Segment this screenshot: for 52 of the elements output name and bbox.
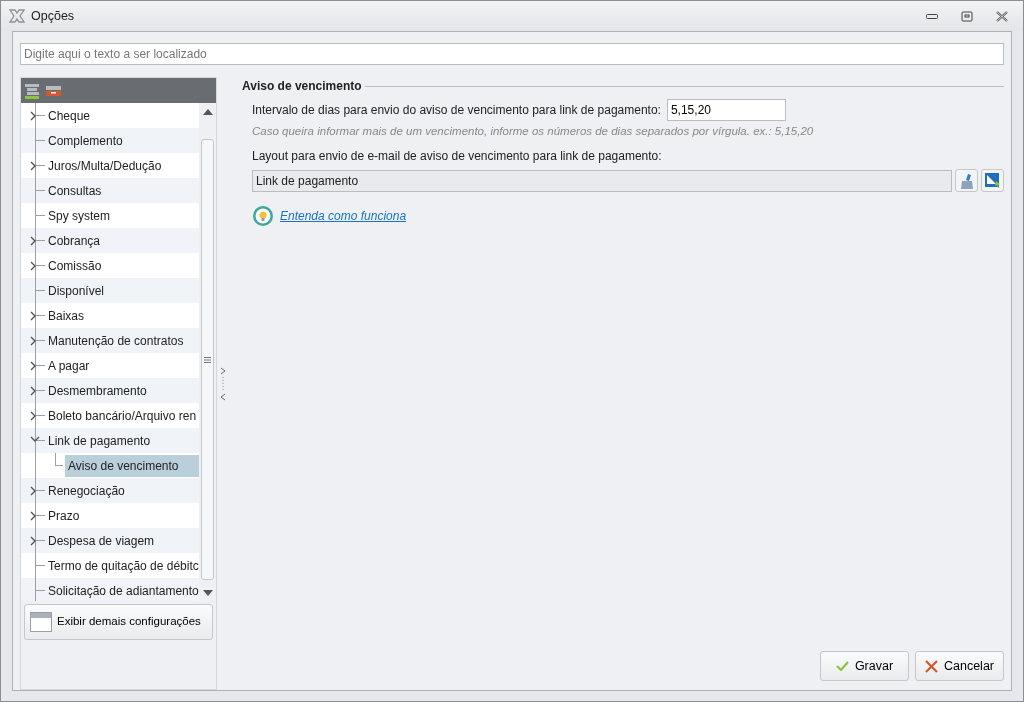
show-more-settings-button[interactable]: Exibir demais configurações — [24, 604, 213, 640]
close-icon — [995, 9, 1009, 23]
cancel-button[interactable]: Cancelar — [915, 651, 1004, 681]
brush-icon — [958, 172, 975, 189]
tree-item[interactable]: Aviso de vencimento — [65, 454, 199, 477]
expand-caret-icon[interactable] — [30, 536, 37, 546]
expand-caret-icon[interactable] — [30, 236, 37, 246]
expand-all-icon[interactable] — [24, 82, 40, 99]
tree-item[interactable]: Spy system — [45, 204, 113, 227]
tree-item[interactable]: Boleto bancário/Arquivo ren — [45, 404, 199, 427]
expand-caret-icon[interactable] — [30, 511, 37, 521]
field-label: Layout para envio de e-mail de aviso de vencimento para link de pagamento: — [252, 148, 663, 166]
tree-item[interactable]: Baixas — [45, 304, 88, 327]
close-x-icon — [925, 659, 938, 673]
expand-caret-icon[interactable] — [30, 386, 37, 396]
expand-caret-icon[interactable] — [30, 161, 37, 171]
tree-item[interactable]: Cheque — [45, 104, 94, 127]
scroll-up-arrow-icon[interactable] — [202, 109, 213, 115]
app-logo-icon — [9, 9, 25, 23]
expand-caret-icon[interactable] — [30, 411, 37, 421]
clear-button[interactable] — [955, 169, 978, 193]
restore-icon — [960, 9, 974, 23]
hint-text: Caso queira informar mais de um vencimento, informe os números de dias separados por vírgula. ex.: 5,15,20 — [252, 124, 815, 139]
search-field[interactable]: Digite aqui o texto a ser localizado — [20, 43, 1004, 65]
expand-caret-icon[interactable] — [30, 111, 37, 121]
tree-item[interactable]: A pagar — [45, 354, 93, 377]
collapse-caret-icon[interactable] — [30, 436, 40, 443]
minimize-icon — [926, 13, 938, 19]
tree-item[interactable]: Juros/Multa/Dedução — [45, 154, 165, 177]
expand-caret-icon[interactable] — [30, 261, 37, 271]
expand-caret-icon[interactable] — [30, 486, 37, 496]
window-icon — [30, 612, 52, 632]
tree-item[interactable]: Termo de quitação de débitc — [45, 554, 199, 577]
save-button[interactable]: Gravar — [820, 651, 909, 681]
layout-editor-button[interactable] — [981, 169, 1004, 193]
ruler-layout-icon — [984, 172, 1001, 190]
interval-input[interactable]: 5,15,20 — [666, 99, 786, 121]
tree-item[interactable]: Comissão — [45, 254, 105, 277]
field-label: Intervalo de dias para envio do aviso de vencimento para link de pagamento: — [252, 102, 661, 119]
section-title: Aviso de vencimento — [242, 78, 362, 95]
expand-caret-icon[interactable] — [30, 336, 37, 346]
help-link[interactable]: Entenda como funciona — [280, 207, 407, 226]
expand-caret-icon[interactable] — [30, 311, 37, 321]
checkmark-icon — [835, 661, 849, 671]
layout-field[interactable]: Link de pagamento — [252, 169, 952, 192]
tree-item[interactable]: Prazo — [45, 504, 83, 527]
scroll-down-arrow-icon[interactable] — [202, 590, 213, 596]
window-title: Opções — [31, 7, 75, 25]
expand-caret-icon[interactable] — [30, 361, 37, 371]
collapse-all-icon[interactable] — [46, 85, 61, 96]
scrollbar-thumb[interactable] — [201, 139, 214, 580]
lightbulb-icon — [252, 205, 274, 228]
